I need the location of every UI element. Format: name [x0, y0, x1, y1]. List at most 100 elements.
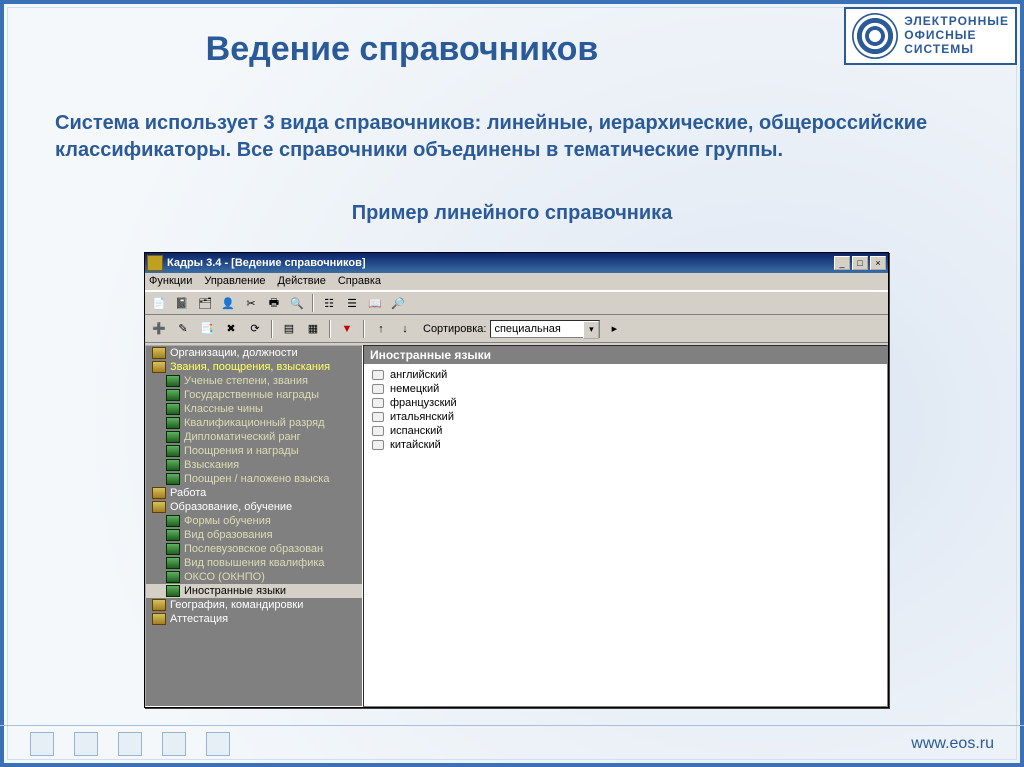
tree-item[interactable]: Государственные награды — [146, 388, 362, 402]
tree-item[interactable]: Вид образования — [146, 528, 362, 542]
tool-book-icon[interactable]: 📖 — [365, 293, 385, 313]
book-icon — [166, 459, 180, 471]
close-button[interactable]: × — [870, 256, 886, 270]
tree-item[interactable]: Аттестация — [146, 612, 362, 626]
tree-item[interactable]: Дипломатический ранг — [146, 430, 362, 444]
menu-functions[interactable]: Функции — [149, 275, 192, 290]
tool-apply-sort-icon[interactable]: ▸ — [604, 319, 624, 339]
item-icon — [372, 384, 384, 394]
tool-properties-icon[interactable]: ☷ — [319, 293, 339, 313]
folder-icon — [152, 613, 166, 625]
tree-item-label: Аттестация — [170, 613, 228, 625]
tool-down-icon[interactable]: ↓ — [395, 319, 415, 339]
tree-item[interactable]: Звания, поощрения, взыскания — [146, 360, 362, 374]
tree-item-label: Работа — [170, 487, 206, 499]
brand-line1: ЭЛЕКТРОННЫЕ — [904, 15, 1009, 29]
tree-item[interactable]: Формы обучения — [146, 514, 362, 528]
tree-item[interactable]: Квалификационный разряд — [146, 416, 362, 430]
menu-help[interactable]: Справка — [338, 275, 381, 290]
nav-tree[interactable]: Организации, должностиЗвания, поощрения,… — [145, 345, 363, 707]
list-item-label: английский — [390, 369, 447, 381]
tree-item[interactable]: ОКСО (ОКНПО) — [146, 570, 362, 584]
list-body: английскийнемецкийфранцузскийитальянский… — [364, 364, 887, 706]
tool-card-icon[interactable]: 🗂 — [195, 293, 215, 313]
tool-zoom-icon[interactable]: 🔎 — [388, 293, 408, 313]
tree-item-label: Образование, обучение — [170, 501, 292, 513]
book-icon — [166, 389, 180, 401]
toolbar-separator4 — [363, 320, 365, 338]
list-item[interactable]: французский — [368, 396, 883, 410]
sort-combo[interactable]: специальная — [490, 320, 600, 338]
tree-item-label: Звания, поощрения, взыскания — [170, 361, 330, 373]
footer-icon-1 — [30, 732, 54, 756]
tree-item[interactable]: Иностранные языки — [146, 584, 362, 598]
footer-icons — [30, 732, 230, 756]
book-icon — [166, 431, 180, 443]
folder-icon — [152, 501, 166, 513]
tool-edit-icon[interactable]: ✎ — [173, 319, 193, 339]
tree-item[interactable]: Ученые степени, звания — [146, 374, 362, 388]
footer-icon-4 — [162, 732, 186, 756]
tree-item[interactable]: Поощрения и награды — [146, 444, 362, 458]
menu-management[interactable]: Управление — [204, 275, 265, 290]
tree-item[interactable]: Организации, должности — [146, 346, 362, 360]
tool-up-icon[interactable]: ↑ — [371, 319, 391, 339]
tool-tree-icon[interactable]: ☰ — [342, 293, 362, 313]
slide-title: Ведение справочников — [0, 30, 804, 69]
brand-line2: ОФИСНЫЕ — [904, 29, 1009, 43]
tool-new-icon[interactable]: 📄 — [149, 293, 169, 313]
tree-item[interactable]: Послевузовское образован — [146, 542, 362, 556]
list-item[interactable]: итальянский — [368, 410, 883, 424]
toolbar-main: 📄 📓 🗂 👤 ✂ 🖶 🔍 ☷ ☰ 📖 🔎 — [145, 291, 888, 315]
book-icon — [166, 375, 180, 387]
list-panel: Иностранные языки английскийнемецкийфран… — [363, 345, 888, 707]
tool-grid-icon[interactable]: ▦ — [303, 319, 323, 339]
brand-mark-icon — [852, 13, 898, 59]
minimize-button[interactable]: _ — [834, 256, 850, 270]
tree-item[interactable]: Взыскания — [146, 458, 362, 472]
tool-delete-icon[interactable]: ✖ — [221, 319, 241, 339]
menu-action[interactable]: Действие — [278, 275, 326, 290]
tree-item[interactable]: Поощрен / наложено взыска — [146, 472, 362, 486]
tool-refresh-icon[interactable]: ⟳ — [245, 319, 265, 339]
toolbar-separator2 — [271, 320, 273, 338]
list-item[interactable]: немецкий — [368, 382, 883, 396]
tool-search-icon[interactable]: 🔍 — [287, 293, 307, 313]
tree-item[interactable]: Работа — [146, 486, 362, 500]
book-icon — [166, 417, 180, 429]
brand-logo: ЭЛЕКТРОННЫЕ ОФИСНЫЕ СИСТЕМЫ — [844, 7, 1017, 65]
list-item-label: испанский — [390, 425, 442, 437]
tree-item-label: Вид образования — [184, 529, 273, 541]
folder-icon — [152, 347, 166, 359]
tool-print-icon[interactable]: 🖶 — [264, 293, 284, 313]
tree-item-label: Квалификационный разряд — [184, 417, 325, 429]
tool-list-icon[interactable]: ▤ — [279, 319, 299, 339]
book-icon — [166, 403, 180, 415]
tree-item-label: Поощрения и награды — [184, 445, 299, 457]
footer-url: www.eos.ru — [911, 735, 994, 753]
tool-cut-icon[interactable]: ✂ — [241, 293, 261, 313]
folder-icon — [152, 599, 166, 611]
tool-copy-icon[interactable]: 📑 — [197, 319, 217, 339]
tree-item[interactable]: География, командировки — [146, 598, 362, 612]
tool-person-icon[interactable]: 👤 — [218, 293, 238, 313]
tree-item[interactable]: Вид повышения квалифика — [146, 556, 362, 570]
list-item[interactable]: китайский — [368, 438, 883, 452]
footer-icon-2 — [74, 732, 98, 756]
brand-line3: СИСТЕМЫ — [904, 43, 1009, 57]
titlebar[interactable]: Кадры 3.4 - [Ведение справочников] _ □ × — [145, 253, 888, 273]
tree-item[interactable]: Образование, обучение — [146, 500, 362, 514]
list-item[interactable]: испанский — [368, 424, 883, 438]
maximize-button[interactable]: □ — [852, 256, 868, 270]
tool-add-icon[interactable]: ➕ — [149, 319, 169, 339]
tree-item-label: Иностранные языки — [184, 585, 286, 597]
book-icon — [166, 515, 180, 527]
book-icon — [166, 543, 180, 555]
item-icon — [372, 426, 384, 436]
list-item[interactable]: английский — [368, 368, 883, 382]
sort-label: Сортировка: — [423, 323, 486, 335]
tool-filter-icon[interactable]: ▼ — [337, 319, 357, 339]
tool-notebook-icon[interactable]: 📓 — [172, 293, 192, 313]
tree-item-label: Поощрен / наложено взыска — [184, 473, 329, 485]
tree-item[interactable]: Классные чины — [146, 402, 362, 416]
